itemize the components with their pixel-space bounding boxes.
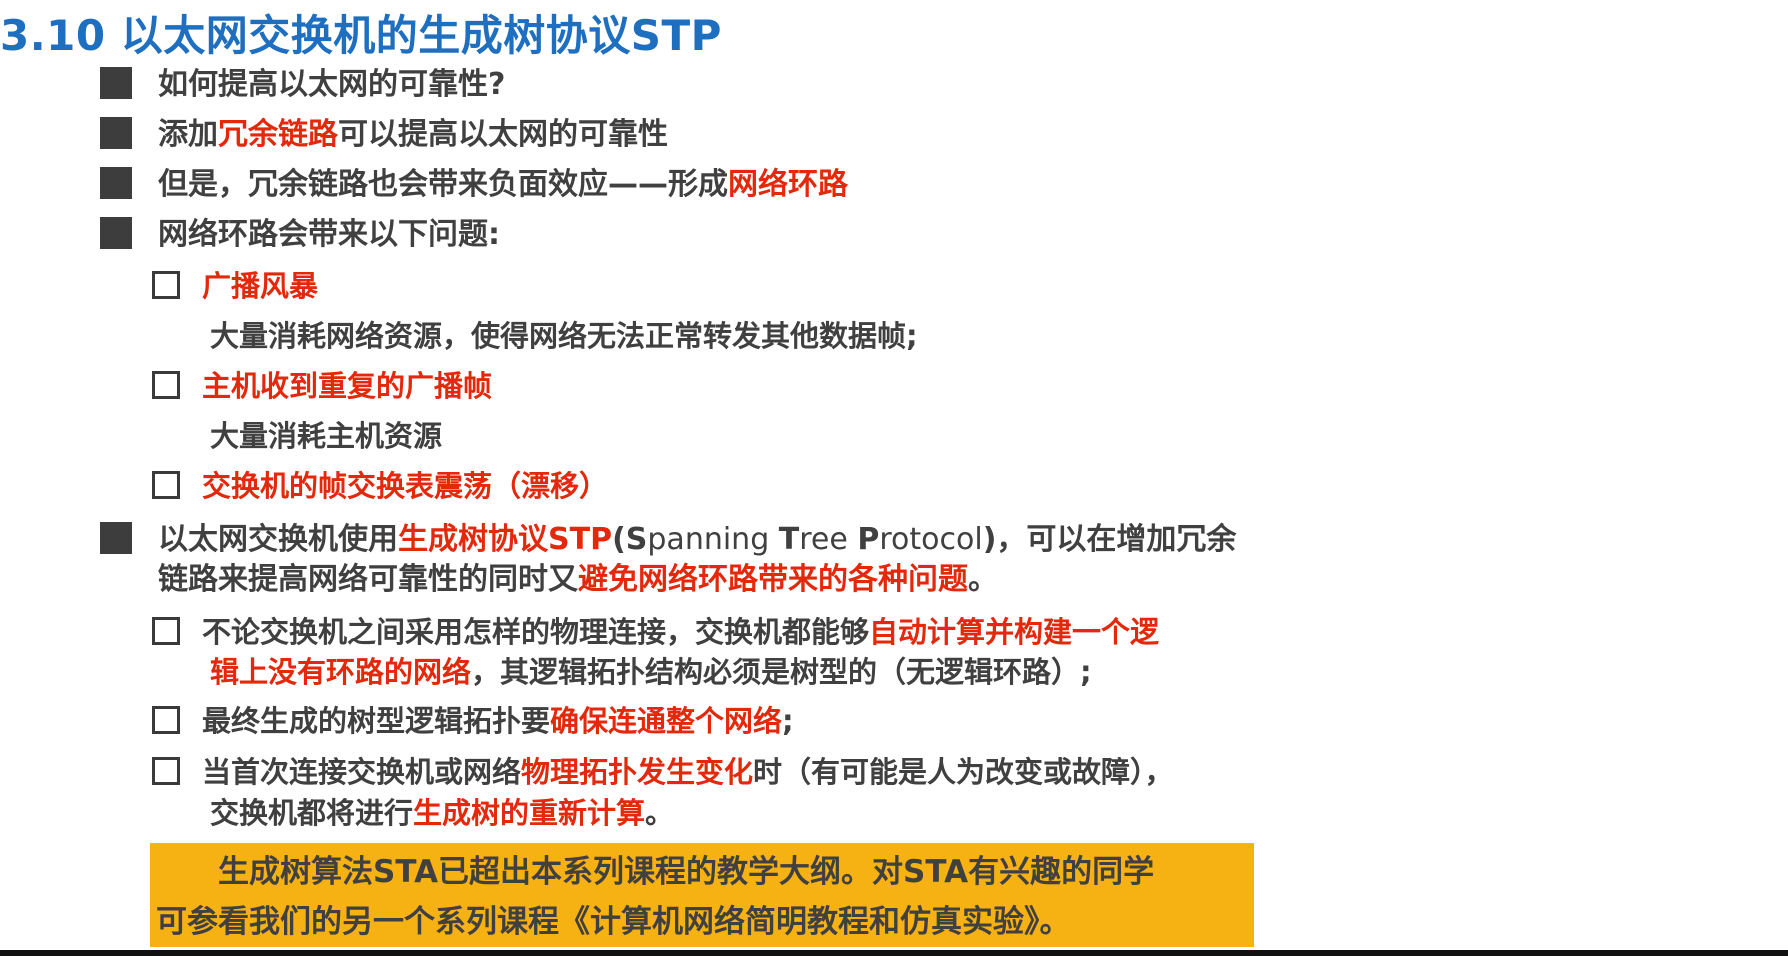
checkbox-bullet-icon <box>152 271 180 299</box>
square-bullet-icon <box>100 216 132 249</box>
checkbox-bullet-icon <box>152 706 180 734</box>
problem-broadcast-storm-desc: 大量消耗网络资源，使得网络无法正常转发其他数据帧; <box>210 319 918 353</box>
checkbox-bullet-icon <box>152 617 180 645</box>
stp-point-recalculation: 当首次连接交换机或网络物理拓扑发生变化时（有可能是人为改变或故障）， <box>152 752 1174 792</box>
stp-point-recalculation-line2: 交换机都将进行生成树的重新计算。 <box>210 796 675 830</box>
bullet-stp: 以太网交换机使用生成树协议STP(Spanning Tree Protocol)… <box>100 520 1236 560</box>
bullet-stp-line2: 链路来提高网络可靠性的同时又避免网络环路带来的各种问题。 <box>158 562 998 597</box>
bullet-negative-effect: 但是，冗余链路也会带来负面效应——形成网络环路 <box>100 165 848 205</box>
square-bullet-icon <box>100 116 132 149</box>
stp-point-connectivity: 最终生成的树型逻辑拓扑要确保连通整个网络; <box>152 701 794 741</box>
checkbox-bullet-icon <box>152 371 180 399</box>
problem-duplicate-frames: 主机收到重复的广播帧 <box>152 366 492 406</box>
square-bullet-icon <box>100 521 132 554</box>
bullet-loop-problems: 网络环路会带来以下问题: <box>100 215 500 255</box>
checkbox-bullet-icon <box>152 471 180 499</box>
note-line-1: 生成树算法STA已超出本系列课程的教学大纲。对STA有兴趣的同学 <box>156 854 1155 890</box>
checkbox-bullet-icon <box>152 757 180 785</box>
stp-point-auto-compute: 不论交换机之间采用怎样的物理连接，交换机都能够自动计算并构建一个逻 <box>152 612 1159 652</box>
note-callout-box: 生成树算法STA已超出本系列课程的教学大纲。对STA有兴趣的同学 可参看我们的另… <box>150 843 1254 947</box>
problem-duplicate-frames-desc: 大量消耗主机资源 <box>210 419 443 453</box>
problem-table-oscillation: 交换机的帧交换表震荡（漂移） <box>152 466 608 506</box>
slide-title: 3.10 以太网交换机的生成树协议STP <box>0 11 722 60</box>
bullet-redundant-links: 添加冗余链路可以提高以太网的可靠性 <box>100 115 668 155</box>
problem-broadcast-storm: 广播风暴 <box>152 266 318 306</box>
bottom-border <box>0 950 1788 956</box>
square-bullet-icon <box>100 66 132 99</box>
bullet-reliability-question: 如何提高以太网的可靠性? <box>100 65 505 105</box>
stp-point-auto-compute-line2: 辑上没有环路的网络，其逻辑拓扑结构必须是树型的（无逻辑环路）; <box>210 655 1092 689</box>
square-bullet-icon <box>100 166 132 199</box>
note-line-2: 可参看我们的另一个系列课程《计算机网络简明教程和仿真实验》。 <box>156 904 1071 940</box>
